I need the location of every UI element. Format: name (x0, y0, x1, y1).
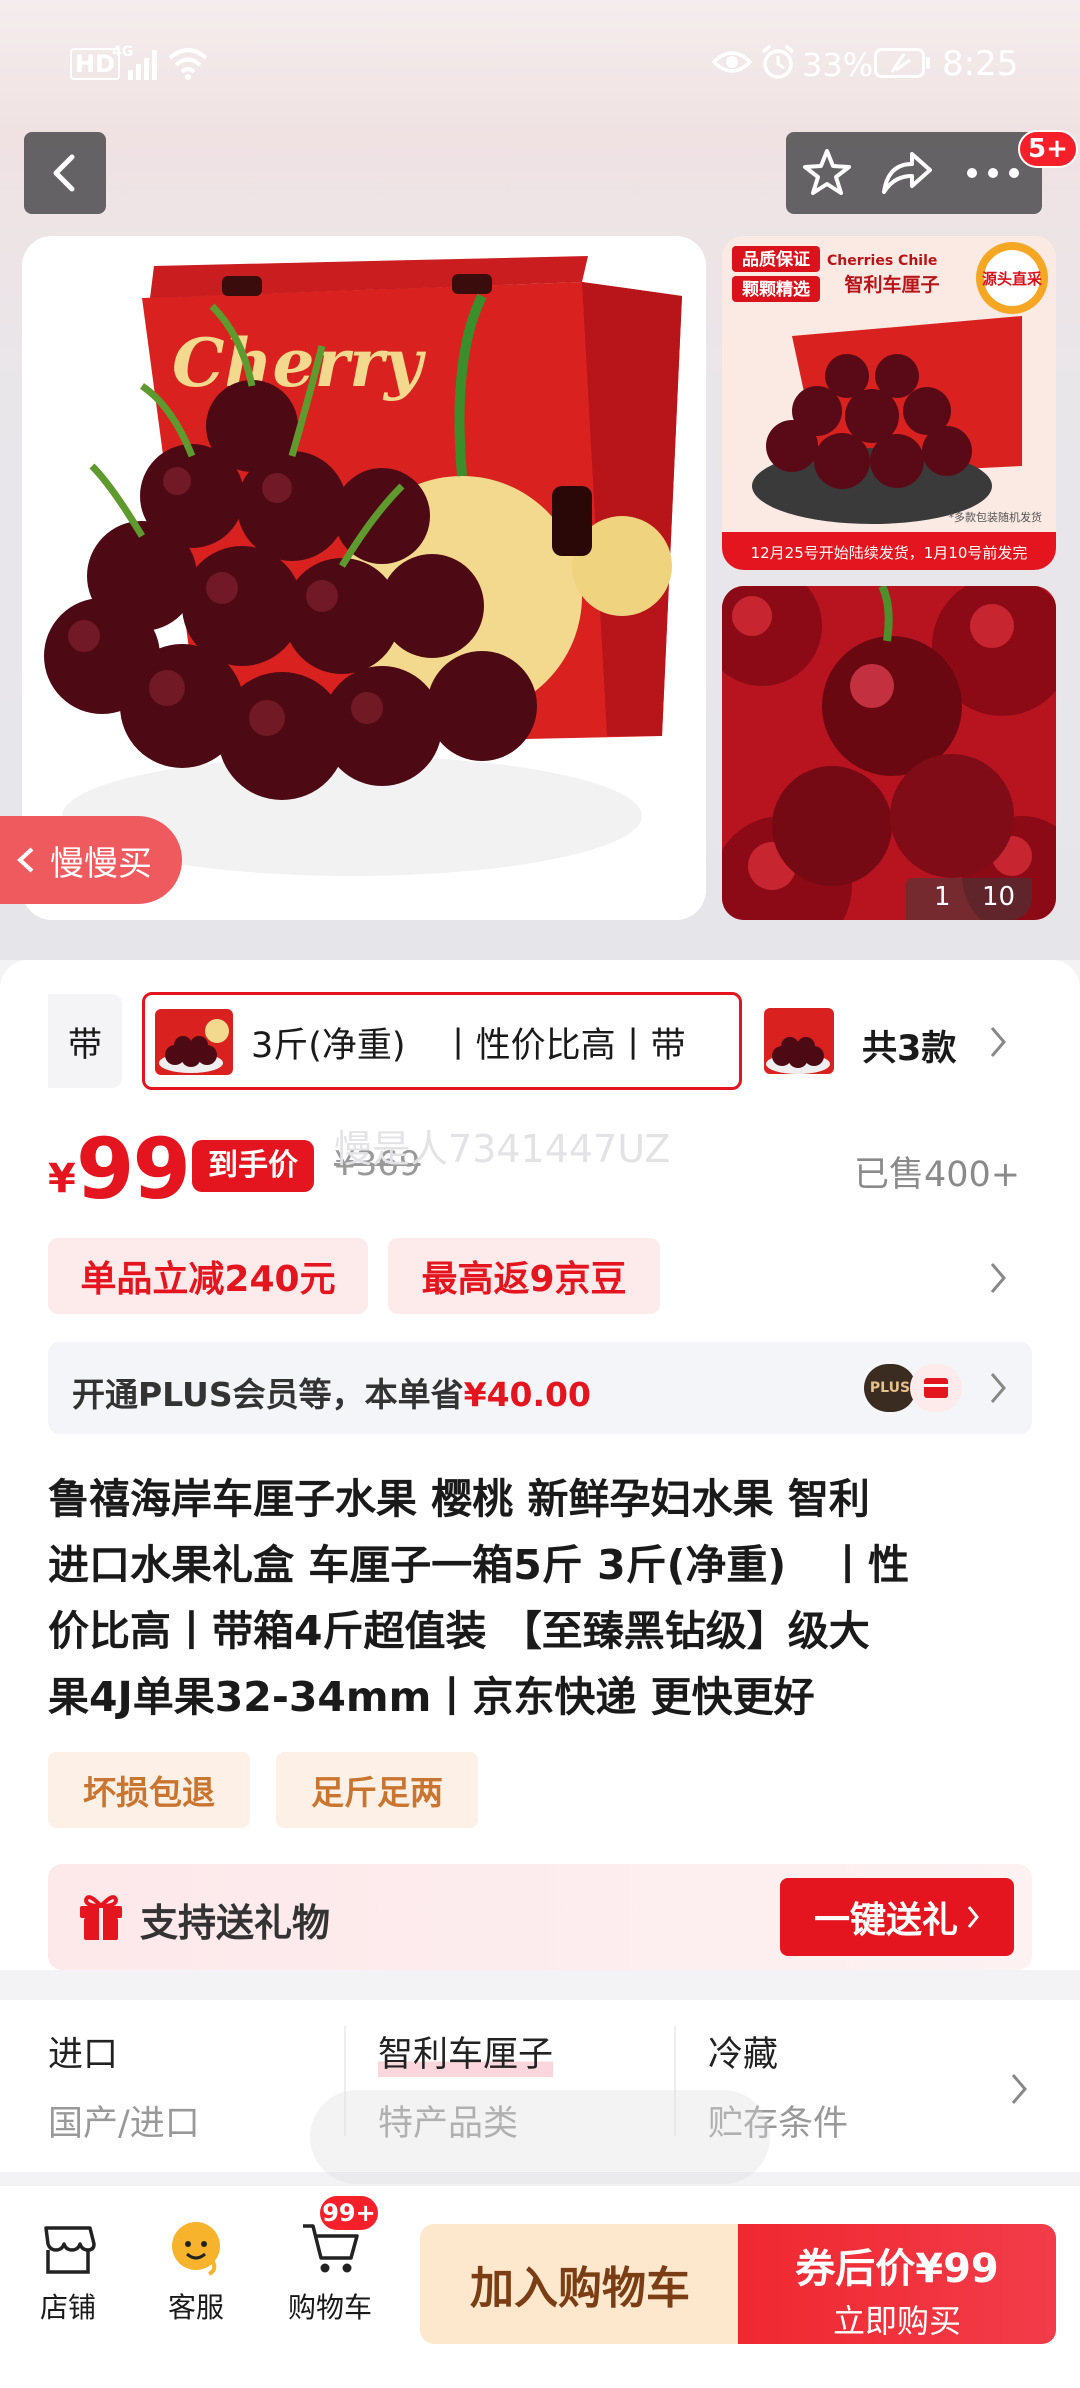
product-title: 鲁禧海岸车厘子水果 樱桃 新鲜孕妇水果 智利 进口水果礼盒 车厘子一箱5斤 3斤… (48, 1466, 1038, 1730)
image-counter: 1 10 (906, 878, 1032, 920)
shop-button[interactable]: 店铺 (28, 2218, 108, 2326)
buy-now-button[interactable]: 券后价¥99 立即购买 (738, 2224, 1056, 2344)
sku-option-selected-label: 3斤(净重) 丨性价比高丨带 (251, 1026, 686, 1066)
gift-icon (80, 1895, 122, 1940)
share-button[interactable] (876, 142, 938, 204)
send-gift-button-label: 一键送礼 (813, 1900, 958, 1941)
chevron-right-icon (990, 1027, 1006, 1057)
buy-now-price: 券后价¥99 (795, 2246, 999, 2292)
plus-text: 开通PLUS会员等，本单省¥40.00 (72, 1368, 591, 1416)
spec-origin-label: 国产/进口 (48, 2104, 200, 2144)
battery-icon (874, 48, 930, 78)
sold-count: 已售400+ (854, 1155, 1021, 1195)
shop-label: 店铺 (39, 2291, 96, 2324)
product-title-line3: 价比高丨带箱4斤超值装 【至臻黑钻级】级大 (48, 1607, 870, 1655)
cart-label: 购物车 (287, 2291, 372, 2324)
tag-full-weight[interactable]: 足斤足两 (276, 1752, 478, 1828)
product-title-line1: 鲁禧海岸车厘子水果 樱桃 新鲜孕妇水果 智利 (48, 1475, 870, 1523)
promo-discount-label: 单品立减240元 (80, 1259, 336, 1300)
thumbnail-2[interactable] (722, 586, 1056, 920)
sku-option-prev-label: 带 (68, 1024, 102, 1065)
spec-origin: 进口 国产/进口 (48, 2026, 200, 2146)
bottom-action-bar: 店铺 客服 购物车 99+ 加入购物车 券后价¥99 立即购买 (0, 2186, 1080, 2388)
promo-chevron-icon[interactable] (988, 1260, 1008, 1296)
specs-section[interactable]: 进口 国产/进口 智利车厘子 特产品类 冷藏 贮存条件 (0, 2000, 1080, 2184)
spec-origin-value: 进口 (48, 2035, 119, 2075)
sku-thumb (155, 1009, 233, 1075)
signal-icon (128, 50, 157, 80)
eye-icon (712, 51, 752, 73)
price-value: 99 (76, 1120, 191, 1218)
coupon-icon (910, 1364, 962, 1412)
customer-service-label: 客服 (167, 2291, 224, 2324)
wifi-icon (168, 48, 208, 80)
sku-option-prev[interactable]: 带 (48, 994, 122, 1088)
spec-storage-value: 冷藏 (708, 2035, 779, 2075)
send-gift-chevron-icon (967, 1906, 979, 1928)
thumb-origin-badge: 源头直采 (982, 270, 1043, 288)
final-price-tag: 到手价 (192, 1140, 314, 1192)
tag-damage-refund[interactable]: 坏损包退 (48, 1752, 250, 1828)
plus-chevron-icon (990, 1373, 1006, 1403)
clock: 8:25 (942, 44, 1019, 84)
thumb-note: *多款包装随机发货 (949, 510, 1043, 524)
thumb-tag-quality: 品质保证 (742, 249, 810, 270)
thumbnail-2-image (722, 586, 1056, 920)
shop-icon (44, 2226, 96, 2274)
customer-service-button[interactable]: 客服 (156, 2218, 236, 2326)
more-dots-icon (967, 168, 1019, 178)
add-to-cart-button[interactable]: 加入购物车 (420, 2224, 740, 2344)
image-counter-total: 10 (982, 882, 1016, 912)
tag-full-weight-label: 足斤足两 (311, 1773, 443, 1812)
plus-member-bar[interactable]: 开通PLUS会员等，本单省¥40.00 PLUS (48, 1342, 1032, 1434)
action-bar (786, 132, 1042, 214)
alarm-icon (761, 44, 795, 79)
add-to-cart-label: 加入购物车 (470, 2263, 690, 2314)
specs-chevron-icon (1011, 2074, 1027, 2104)
plus-text-label: 开通PLUS会员等，本单省 (72, 1375, 464, 1414)
customer-service-icon (172, 2222, 220, 2276)
battery-percent: 33% (802, 46, 874, 84)
plus-amount: ¥40.00 (463, 1375, 591, 1414)
thumb-tag-selected: 颗颗精选 (742, 279, 810, 300)
gift-label: 支持送礼物 (140, 1901, 331, 1945)
cart-badge: 99+ (318, 2194, 380, 2232)
status-bar: HD 4G 33% 8:25 (0, 0, 1080, 130)
plus-icon: PLUS (864, 1364, 916, 1412)
favorite-button[interactable] (796, 142, 858, 204)
thumb-title: 智利车厘子 (844, 273, 939, 296)
buy-now-label: 立即购买 (832, 2302, 961, 2340)
thumb-brand: Cherries Chile (827, 253, 937, 269)
scroll-hint-overlay (310, 2090, 770, 2184)
sku-option-selected[interactable]: 3斤(净重) 丨性价比高丨带 (142, 992, 742, 1090)
promo-cashback[interactable]: 最高返9京豆 (388, 1238, 660, 1314)
spec-category-value: 智利车厘子 (378, 2026, 554, 2077)
watermark-text: 慢是人7341447UZ (334, 1127, 671, 1171)
cart-button[interactable]: 购物车 (280, 2218, 380, 2326)
promo-cashback-label: 最高返9京豆 (421, 1259, 627, 1300)
gift-bar: 支持送礼物 一键送礼 (48, 1864, 1032, 1970)
product-title-line4: 果4J单果32-34mm丨京东快递 更快更好 (48, 1673, 815, 1721)
thumbnail-1-image: 品质保证 颗颗精选 Cherries Chile 智利车厘子 源头直采 *多款包… (722, 236, 1056, 570)
sku-thumb-next[interactable] (760, 994, 838, 1088)
message-badge: 5+ (1018, 130, 1078, 168)
promo-discount[interactable]: 单品立减240元 (48, 1238, 368, 1314)
sku-total[interactable]: 共3款 (862, 1020, 956, 1071)
back-button[interactable] (24, 132, 106, 214)
thumb-ship-note: 12月25号开始陆续发货，1月10号前发完 (751, 544, 1028, 562)
back-arrow-icon (53, 154, 75, 192)
star-icon (803, 149, 851, 195)
thumbnail-1[interactable]: 品质保证 颗颗精选 Cherries Chile 智利车厘子 源头直采 *多款包… (722, 236, 1056, 570)
product-title-line2: 进口水果礼盒 车厘子一箱5斤 3斤(净重) 丨性 (48, 1541, 910, 1589)
image-counter-current: 1 (934, 882, 951, 912)
send-gift-button[interactable]: 一键送礼 (780, 1878, 1014, 1956)
box-brand-text: Cherry (172, 324, 427, 402)
share-icon (882, 152, 932, 194)
tag-damage-refund-label: 坏损包退 (83, 1773, 215, 1812)
slow-buy-button[interactable]: 慢慢买 (0, 816, 182, 904)
chevron-left-icon (17, 847, 34, 873)
slow-buy-label: 慢慢买 (50, 843, 152, 884)
price-symbol: ¥ (48, 1156, 76, 1202)
